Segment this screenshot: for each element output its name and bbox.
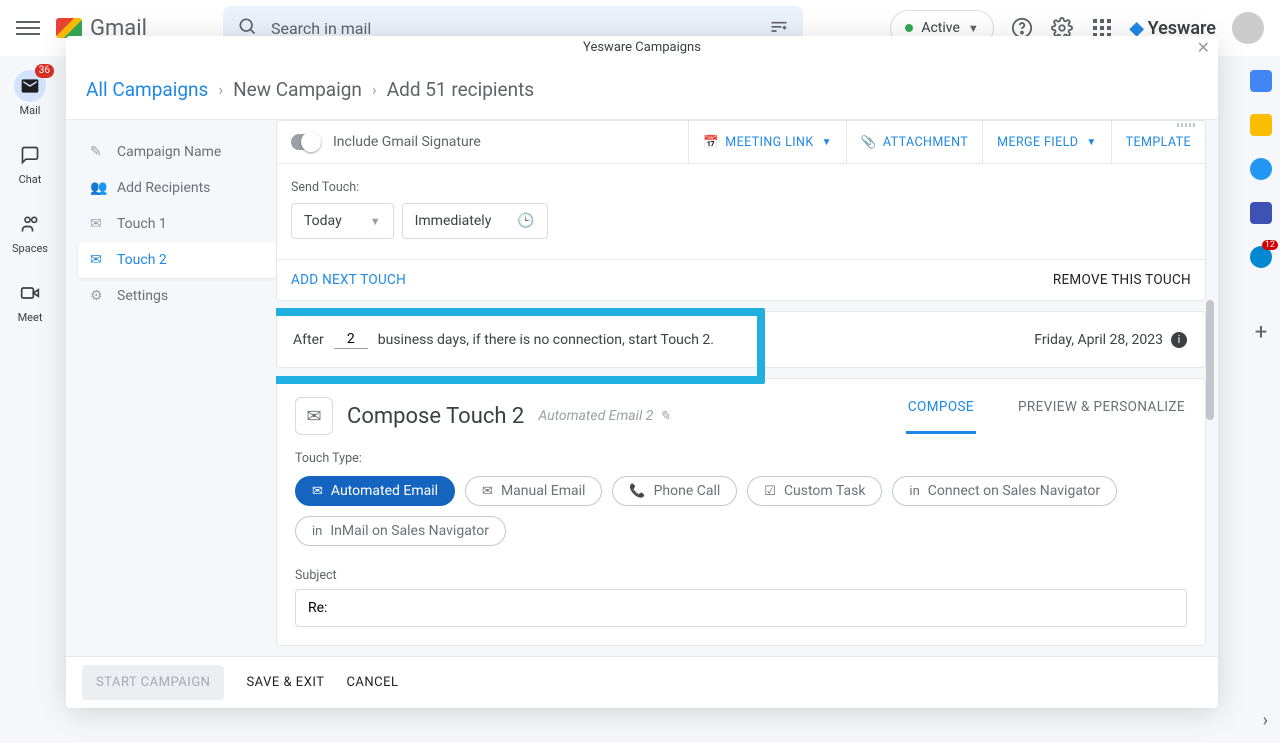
touch-type-label: Touch Type:: [295, 451, 1187, 466]
pill-manual-email[interactable]: ✉︎Manual Email: [465, 476, 602, 506]
mail-icon: ✉︎: [90, 216, 106, 232]
sidebar-item-settings[interactable]: ⚙︎Settings: [78, 278, 276, 314]
compose-title: Compose Touch 2: [347, 404, 524, 429]
chevron-right-icon: ›: [372, 80, 377, 99]
pencil-icon[interactable]: ✎: [659, 409, 670, 424]
gmail-m-icon: [56, 18, 82, 38]
scrollbar[interactable]: [1206, 300, 1214, 420]
delay-date: Friday, April 28, 2023: [1034, 332, 1163, 348]
gear-icon: ⚙︎: [90, 288, 106, 304]
pill-phone[interactable]: 📞Phone Call: [612, 476, 737, 506]
info-icon[interactable]: i: [1171, 332, 1187, 348]
modal-footer: START CAMPAIGN SAVE & EXIT CANCEL: [66, 656, 1218, 708]
phone-icon: 📞: [629, 484, 645, 499]
breadcrumb-new: New Campaign: [233, 78, 362, 101]
compose-mail-icon: ✉︎: [295, 397, 333, 435]
rail-chat[interactable]: Chat: [3, 135, 57, 190]
chevron-down-icon: ▼: [370, 215, 381, 228]
avatar[interactable]: [1232, 12, 1264, 44]
tab-preview[interactable]: PREVIEW & PERSONALIZE: [1016, 399, 1187, 434]
attachment-button[interactable]: 📎 ATTACHMENT: [846, 121, 982, 163]
linkedin-icon: in: [312, 524, 322, 539]
linkedin-icon: in: [909, 484, 919, 499]
contacts-icon[interactable]: [1250, 202, 1272, 224]
clock-icon: 🕒: [517, 213, 534, 229]
delay-before: After: [293, 332, 324, 348]
yesware-side-badge: 12: [1262, 240, 1278, 250]
merge-field-button[interactable]: MERGE FIELD ▼: [982, 121, 1111, 163]
pencil-icon: ✎: [90, 144, 106, 160]
mail-icon: ✉︎: [482, 484, 493, 499]
modal-title: Yesware Campaigns ✕: [66, 36, 1218, 58]
send-time-select[interactable]: Immediately 🕒: [402, 203, 548, 239]
pill-automated-email[interactable]: ✉︎Automated Email: [295, 476, 455, 506]
sidebar-item-recipients[interactable]: 👥Add Recipients: [78, 170, 276, 206]
subject-input[interactable]: [295, 589, 1187, 627]
people-icon: 👥: [90, 180, 106, 196]
add-next-touch-button[interactable]: ADD NEXT TOUCH: [291, 272, 406, 288]
chevron-right-icon: ›: [218, 80, 223, 99]
paperclip-icon: 📎: [861, 135, 877, 150]
sidebar-item-name[interactable]: ✎Campaign Name: [78, 134, 276, 170]
drag-handle-icon[interactable]: [1177, 123, 1195, 127]
add-app-icon[interactable]: +: [1255, 320, 1267, 345]
delay-after: business days, if there is no connection…: [378, 332, 714, 348]
status-label: Active: [921, 20, 960, 36]
delay-days-input[interactable]: [334, 330, 368, 349]
chevron-down-icon: ▼: [822, 137, 832, 148]
pill-linkedin-inmail[interactable]: inInMail on Sales Navigator: [295, 516, 506, 546]
gmail-rail: 36 Mail Chat Spaces Meet: [0, 56, 60, 328]
meeting-link-button[interactable]: 📅 MEETING LINK ▼: [688, 121, 846, 163]
send-touch-label: Send Touch:: [291, 180, 1191, 195]
mail-icon: ✉︎: [90, 252, 106, 268]
rail-meet[interactable]: Meet: [3, 273, 57, 328]
mail-badge: 36: [35, 64, 54, 78]
send-date-select[interactable]: Today ▼: [291, 203, 394, 239]
close-icon[interactable]: ✕: [1197, 38, 1210, 57]
pill-custom-task[interactable]: ☑︎Custom Task: [747, 476, 882, 506]
sidebar-item-touch1[interactable]: ✉︎Touch 1: [78, 206, 276, 242]
calendar-icon[interactable]: [1250, 70, 1272, 92]
side-panel: 12 +: [1242, 70, 1280, 345]
pill-linkedin-connect[interactable]: inConnect on Sales Navigator: [892, 476, 1117, 506]
rail-spaces[interactable]: Spaces: [3, 204, 57, 259]
breadcrumb-add: Add 51 recipients: [387, 78, 534, 101]
remove-touch-button[interactable]: REMOVE THIS TOUCH: [1053, 272, 1191, 288]
search-placeholder: Search in mail: [271, 19, 371, 38]
status-dot-icon: [905, 24, 913, 32]
signature-toggle[interactable]: [291, 134, 321, 150]
sidebar-item-touch2[interactable]: ✉︎Touch 2: [78, 242, 276, 278]
yesware-modal: Yesware Campaigns ✕ All Campaigns › New …: [66, 36, 1218, 708]
menu-icon[interactable]: [16, 16, 40, 40]
save-exit-button[interactable]: SAVE & EXIT: [246, 675, 324, 690]
cancel-button[interactable]: CANCEL: [346, 675, 398, 690]
yesware-side-icon[interactable]: 12: [1250, 246, 1272, 268]
keep-icon[interactable]: [1250, 114, 1272, 136]
chevron-down-icon: ▼: [968, 22, 979, 35]
touch1-card: Include Gmail Signature 📅 MEETING LINK ▼…: [276, 120, 1206, 301]
rail-mail[interactable]: 36 Mail: [3, 66, 57, 121]
campaign-sidebar: ✎Campaign Name 👥Add Recipients ✉︎Touch 1…: [66, 120, 276, 656]
compose-card: ✉︎ Compose Touch 2 Automated Email 2 ✎ C…: [276, 378, 1206, 646]
delay-card: After business days, if there is no conn…: [276, 311, 1206, 368]
start-campaign-button: START CAMPAIGN: [82, 665, 224, 700]
compose-subtitle: Automated Email 2 ✎: [538, 408, 670, 424]
mail-icon: ✉︎: [312, 484, 323, 499]
task-icon: ☑︎: [764, 484, 776, 499]
tab-compose[interactable]: COMPOSE: [906, 399, 976, 434]
collapse-side-icon[interactable]: ›: [1263, 710, 1268, 731]
calendar-icon: 📅: [703, 135, 719, 150]
chevron-down-icon: ▼: [1086, 137, 1096, 148]
subject-label: Subject: [295, 568, 1187, 583]
breadcrumb-all[interactable]: All Campaigns: [86, 78, 208, 101]
tasks-icon[interactable]: [1250, 158, 1272, 180]
template-button[interactable]: TEMPLATE: [1111, 121, 1205, 163]
breadcrumb: All Campaigns › New Campaign › Add 51 re…: [66, 58, 1218, 120]
signature-label: Include Gmail Signature: [333, 134, 481, 150]
